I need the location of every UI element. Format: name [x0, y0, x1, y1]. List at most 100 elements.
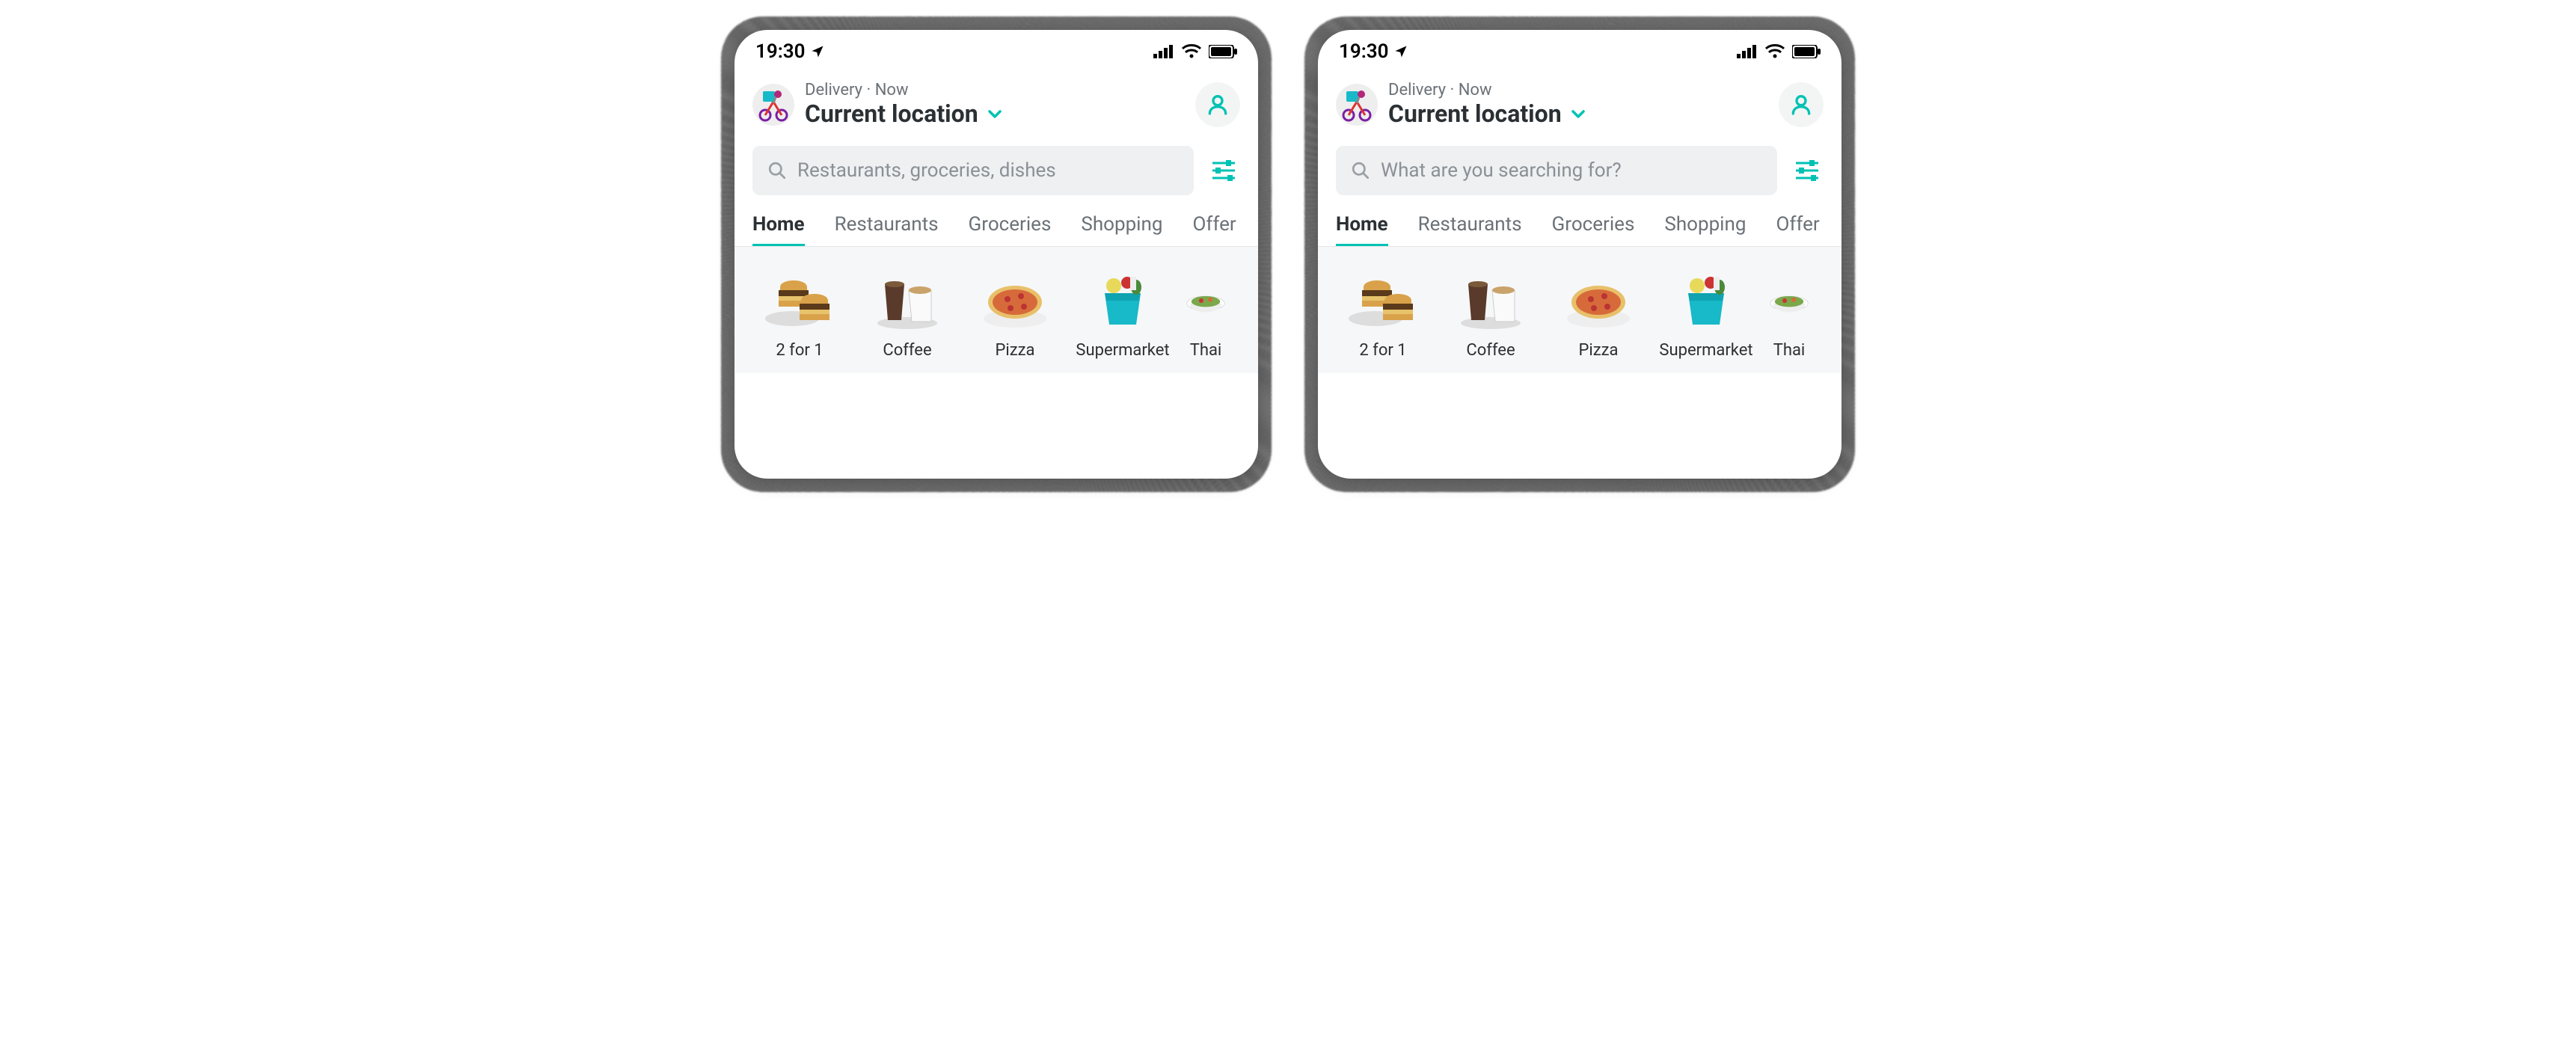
- search-input[interactable]: What are you searching for?: [1336, 146, 1777, 195]
- search-icon: [767, 161, 787, 180]
- phone-variant-a: 19:30: [735, 30, 1258, 479]
- category-label: Pizza: [1578, 341, 1618, 360]
- tab-shopping[interactable]: Shopping: [1664, 213, 1746, 246]
- tab-groceries[interactable]: Groceries: [1552, 213, 1635, 246]
- bowl-icon: [1183, 268, 1228, 334]
- app-header: Delivery · Now Current location: [1318, 67, 1841, 135]
- category-label: 2 for 1: [1359, 341, 1406, 360]
- category-supermarket[interactable]: Supermarket: [1076, 268, 1170, 360]
- tab-label: Shopping: [1664, 213, 1746, 236]
- location-selector[interactable]: Current location: [805, 99, 1185, 128]
- category-strip[interactable]: 2 for 1 Coffee Pizza Supermarket: [735, 247, 1258, 373]
- location-selector[interactable]: Current location: [1388, 99, 1768, 128]
- grocery-bag-icon: [1665, 268, 1747, 334]
- tab-home[interactable]: Home: [1336, 213, 1388, 246]
- sliders-icon: [1794, 159, 1820, 182]
- burger-icon: [1342, 268, 1424, 334]
- delivery-mode-label: Delivery · Now: [1388, 81, 1768, 99]
- category-label: Pizza: [995, 341, 1034, 360]
- account-button[interactable]: [1779, 82, 1824, 127]
- person-icon: [1789, 93, 1813, 117]
- coffee-icon: [866, 268, 948, 334]
- category-label: 2 for 1: [776, 341, 823, 360]
- brand-rider-icon: [1336, 84, 1378, 126]
- status-time: 19:30: [1339, 40, 1389, 63]
- person-icon: [1206, 93, 1230, 117]
- category-pizza[interactable]: Pizza: [1551, 268, 1646, 360]
- category-2for1[interactable]: 2 for 1: [752, 268, 847, 360]
- app-header: Delivery · Now Current location: [735, 67, 1258, 135]
- phone-variant-b: 19:30: [1318, 30, 1841, 479]
- tab-label: Home: [1336, 213, 1388, 236]
- filter-button[interactable]: [1207, 154, 1240, 187]
- status-left: 19:30: [755, 40, 825, 63]
- search-row: What are you searching for?: [1318, 135, 1841, 206]
- category-2for1[interactable]: 2 for 1: [1336, 268, 1430, 360]
- tab-groceries[interactable]: Groceries: [969, 213, 1052, 246]
- status-left: 19:30: [1339, 40, 1408, 63]
- phone-frame: 19:30: [735, 30, 1258, 479]
- tab-offers[interactable]: Offer: [1192, 213, 1236, 246]
- location-name: Current location: [1388, 99, 1562, 128]
- category-label: Coffee: [883, 341, 931, 360]
- search-input[interactable]: Restaurants, groceries, dishes: [752, 146, 1194, 195]
- status-right: [1153, 44, 1237, 59]
- category-thai[interactable]: Thai: [1183, 268, 1228, 360]
- status-right: [1737, 44, 1821, 59]
- battery-icon: [1209, 45, 1237, 58]
- status-bar: 19:30: [735, 30, 1258, 67]
- category-label: Thai: [1773, 341, 1806, 360]
- search-row: Restaurants, groceries, dishes: [735, 135, 1258, 206]
- chevron-down-icon: [986, 105, 1004, 123]
- tab-bar: Home Restaurants Groceries Shopping Offe…: [735, 206, 1258, 247]
- status-bar: 19:30: [1318, 30, 1841, 67]
- category-coffee[interactable]: Coffee: [860, 268, 954, 360]
- category-pizza[interactable]: Pizza: [968, 268, 1062, 360]
- category-label: Coffee: [1466, 341, 1515, 360]
- wifi-icon: [1765, 44, 1785, 59]
- status-time: 19:30: [755, 40, 806, 63]
- battery-icon: [1792, 45, 1821, 58]
- phone-frame: 19:30: [1318, 30, 1841, 479]
- category-coffee[interactable]: Coffee: [1444, 268, 1538, 360]
- tab-restaurants[interactable]: Restaurants: [1418, 213, 1522, 246]
- brand-rider-icon: [752, 84, 794, 126]
- tab-label: Restaurants: [835, 213, 939, 236]
- category-label: Thai: [1190, 341, 1222, 360]
- tab-label: Offer: [1776, 213, 1819, 236]
- tab-label: Shopping: [1081, 213, 1162, 236]
- pizza-icon: [1557, 268, 1640, 334]
- tab-label: Restaurants: [1418, 213, 1522, 236]
- search-placeholder: Restaurants, groceries, dishes: [797, 159, 1056, 182]
- bowl-icon: [1767, 268, 1812, 334]
- coffee-icon: [1450, 268, 1532, 334]
- tab-restaurants[interactable]: Restaurants: [835, 213, 939, 246]
- cellular-icon: [1153, 45, 1174, 58]
- cellular-icon: [1737, 45, 1758, 58]
- tab-label: Groceries: [969, 213, 1052, 236]
- search-icon: [1351, 161, 1370, 180]
- burger-icon: [758, 268, 841, 334]
- pizza-icon: [974, 268, 1056, 334]
- tab-home[interactable]: Home: [752, 213, 805, 246]
- category-strip[interactable]: 2 for 1 Coffee Pizza Supermarket: [1318, 247, 1841, 373]
- location-arrow-icon: [810, 44, 825, 59]
- tab-label: Groceries: [1552, 213, 1635, 236]
- account-button[interactable]: [1195, 82, 1240, 127]
- location-name: Current location: [805, 99, 978, 128]
- header-text: Delivery · Now Current location: [805, 81, 1185, 128]
- tab-bar: Home Restaurants Groceries Shopping Offe…: [1318, 206, 1841, 247]
- category-supermarket[interactable]: Supermarket: [1659, 268, 1753, 360]
- tab-label: Home: [752, 213, 805, 236]
- category-label: Supermarket: [1659, 341, 1752, 360]
- chevron-down-icon: [1569, 105, 1587, 123]
- category-thai[interactable]: Thai: [1767, 268, 1812, 360]
- tab-offers[interactable]: Offer: [1776, 213, 1819, 246]
- tab-shopping[interactable]: Shopping: [1081, 213, 1162, 246]
- filter-button[interactable]: [1791, 154, 1824, 187]
- sliders-icon: [1211, 159, 1236, 182]
- category-label: Supermarket: [1076, 341, 1169, 360]
- location-arrow-icon: [1393, 44, 1408, 59]
- tab-label: Offer: [1192, 213, 1236, 236]
- wifi-icon: [1182, 44, 1201, 59]
